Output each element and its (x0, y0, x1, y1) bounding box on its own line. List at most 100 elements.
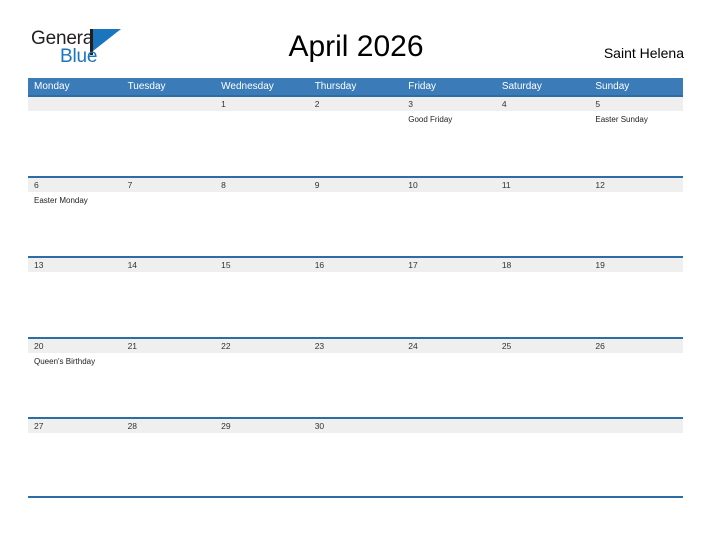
day-number[interactable]: 1 (215, 97, 309, 111)
weekday-header-wednesday: Wednesday (221, 81, 274, 92)
day-number-empty (402, 419, 496, 433)
day-number[interactable]: 16 (309, 258, 403, 272)
weekday-header-sunday: Sunday (595, 81, 630, 92)
day-number-empty (496, 419, 590, 433)
day-number[interactable]: 6 (28, 178, 122, 192)
day-number[interactable]: 19 (589, 258, 683, 272)
day-number[interactable]: 18 (496, 258, 590, 272)
day-number[interactable]: 22 (215, 339, 309, 353)
holiday-event: Good Friday (408, 115, 453, 124)
day-number[interactable]: 17 (402, 258, 496, 272)
day-events (589, 192, 683, 206)
day-events (496, 353, 590, 367)
day-number[interactable]: 10 (402, 178, 496, 192)
day-events (402, 433, 496, 436)
day-events (402, 353, 496, 367)
weekday-header-saturday: Saturday (501, 81, 542, 92)
day-events (589, 272, 683, 275)
day-number[interactable]: 30 (309, 419, 403, 433)
weekday-header-row: Monday Tuesday Wednesday Thursday Friday… (28, 78, 683, 95)
calendar-week-row: 6 7 8 9 10 11 12 Easter Monday (28, 175, 683, 257)
day-events (309, 272, 403, 275)
day-events (122, 433, 216, 436)
day-events (589, 353, 683, 367)
day-events (215, 433, 309, 436)
day-events (122, 192, 216, 206)
week-date-band: 20 21 22 23 24 25 26 (28, 338, 683, 353)
day-number[interactable]: 27 (28, 419, 122, 433)
week-event-band: Good Friday Easter Sunday (28, 111, 683, 125)
day-events (215, 272, 309, 275)
holiday-event: Easter Monday (34, 195, 88, 205)
day-events (309, 433, 403, 436)
weekday-header-thursday: Thursday (314, 81, 357, 92)
weekday-header-tuesday: Tuesday (127, 81, 166, 92)
week-event-band (28, 272, 683, 275)
week-event-band: Easter Monday (28, 192, 683, 206)
day-number-empty (28, 97, 122, 111)
day-events (309, 111, 403, 125)
week-date-band: 12345 (28, 97, 683, 111)
week-date-band: 27 28 29 30 (28, 419, 683, 434)
week-event-band: Queen's Birthday (28, 353, 683, 367)
calendar-page: General Blue April 2026 Saint Helena Mon… (0, 0, 712, 550)
day-number[interactable]: 20 (28, 339, 122, 353)
day-number[interactable]: 13 (28, 258, 122, 272)
day-events: Queen's Birthday (28, 353, 122, 367)
day-events (589, 433, 683, 436)
calendar-week-row: 27 28 29 30 (28, 417, 683, 498)
day-events (215, 353, 309, 367)
day-events (215, 192, 309, 206)
day-number[interactable]: 24 (402, 339, 496, 353)
day-events: Good Friday (402, 111, 496, 125)
day-events: Easter Monday (28, 192, 122, 206)
day-number[interactable]: 8 (215, 178, 309, 192)
calendar-week-row: 1 2 3 4 5 Good Friday Easter Sunday (28, 95, 683, 176)
week-event-band (28, 433, 683, 436)
weekday-header-monday: Monday (34, 81, 70, 92)
calendar-week-row: 13 14 15 16 17 18 19 (28, 256, 683, 337)
day-number[interactable]: 4 (496, 97, 590, 111)
day-number[interactable]: 25 (496, 339, 590, 353)
day-number[interactable]: 9 (309, 178, 403, 192)
day-number[interactable]: 3 (402, 97, 496, 111)
day-events (309, 192, 403, 206)
day-events (496, 111, 590, 125)
day-number[interactable]: 11 (496, 178, 590, 192)
day-number[interactable]: 12 (589, 178, 683, 192)
day-events: Easter Sunday (589, 111, 683, 125)
week-date-band: 6 7 8 9 10 11 12 (28, 177, 683, 192)
day-events (402, 192, 496, 206)
day-events (496, 433, 590, 436)
day-events (28, 111, 122, 125)
day-events (122, 111, 216, 125)
week-date-band: 13 14 15 16 17 18 19 (28, 258, 683, 273)
day-events (122, 353, 216, 367)
day-number[interactable]: 26 (589, 339, 683, 353)
weekday-header-friday: Friday (408, 81, 437, 92)
day-number[interactable]: 14 (122, 258, 216, 272)
day-events (309, 353, 403, 367)
day-number[interactable]: 5 (589, 97, 683, 111)
day-number[interactable]: 7 (122, 178, 216, 192)
day-number[interactable]: 29 (215, 419, 309, 433)
day-number-empty (589, 419, 683, 433)
page-header: General Blue April 2026 Saint Helena (0, 0, 712, 78)
holiday-event: Easter Sunday (595, 115, 648, 124)
calendar-week-row: 20 21 22 23 24 25 26 Queen's Birthday (28, 336, 683, 418)
day-events (122, 272, 216, 275)
day-number[interactable]: 23 (309, 339, 403, 353)
day-number[interactable]: 28 (122, 419, 216, 433)
day-number[interactable]: 21 (122, 339, 216, 353)
day-events (402, 272, 496, 275)
day-events (496, 192, 590, 206)
calendar-weeks: 1 2 3 4 5 Good Friday Easter Sunday 6 7 8 9 10 11 12 E… (28, 95, 683, 498)
day-number[interactable]: 15 (215, 258, 309, 272)
calendar-grid: Monday Tuesday Wednesday Thursday Friday… (28, 78, 683, 498)
day-events (28, 272, 122, 275)
day-events (28, 433, 122, 436)
day-events (215, 111, 309, 125)
day-number[interactable]: 2 (309, 97, 403, 111)
holiday-event: Queen's Birthday (34, 356, 96, 366)
day-number-empty (122, 97, 216, 111)
